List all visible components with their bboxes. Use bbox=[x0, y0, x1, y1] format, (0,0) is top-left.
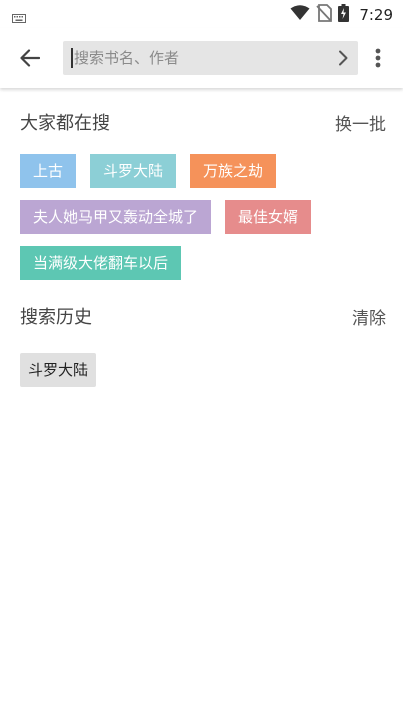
more-options-button[interactable] bbox=[367, 44, 389, 72]
search-go-button[interactable] bbox=[328, 41, 358, 75]
search-input[interactable] bbox=[73, 49, 328, 67]
back-button[interactable] bbox=[14, 42, 46, 74]
hot-tag[interactable]: 最佳女婿 bbox=[225, 200, 312, 234]
hot-tag[interactable]: 当满级大佬翻车以后 bbox=[20, 246, 182, 280]
hot-tag[interactable]: 夫人她马甲又轰动全城了 bbox=[20, 200, 212, 234]
hot-search-title: 大家都在搜 bbox=[20, 113, 110, 134]
search-box[interactable] bbox=[63, 41, 358, 75]
hot-search-tags: 上古 斗罗大陆 万族之劫 夫人她马甲又轰动全城了 最佳女婿 当满级大佬翻车以后 bbox=[20, 154, 390, 292]
search-toolbar bbox=[0, 28, 403, 88]
history-item[interactable]: 斗罗大陆 bbox=[20, 353, 97, 387]
tag-row: 上古 斗罗大陆 万族之劫 bbox=[20, 154, 390, 188]
tag-row: 当满级大佬翻车以后 bbox=[20, 246, 390, 280]
keyboard-icon bbox=[12, 8, 26, 27]
wifi-icon bbox=[290, 5, 310, 25]
hot-search-header: 大家都在搜 换一批 bbox=[20, 109, 386, 135]
more-vert-icon bbox=[375, 48, 381, 68]
hot-tag[interactable]: 斗罗大陆 bbox=[90, 154, 177, 188]
hot-tag[interactable]: 上古 bbox=[20, 154, 77, 188]
chevron-right-icon bbox=[339, 50, 348, 66]
arrow-left-icon bbox=[20, 49, 40, 67]
clear-history-button[interactable]: 清除 bbox=[352, 304, 386, 329]
battery-charging-icon bbox=[338, 4, 350, 26]
hot-tag[interactable]: 万族之劫 bbox=[190, 154, 277, 188]
refresh-batch-button[interactable]: 换一批 bbox=[335, 110, 386, 135]
history-title: 搜索历史 bbox=[20, 307, 92, 328]
status-time: 7:29 bbox=[359, 6, 393, 24]
history-header: 搜索历史 清除 bbox=[20, 303, 386, 329]
no-sim-icon bbox=[316, 4, 333, 26]
status-bar: 7:29 bbox=[0, 0, 403, 28]
tag-row: 夫人她马甲又轰动全城了 最佳女婿 bbox=[20, 200, 390, 234]
